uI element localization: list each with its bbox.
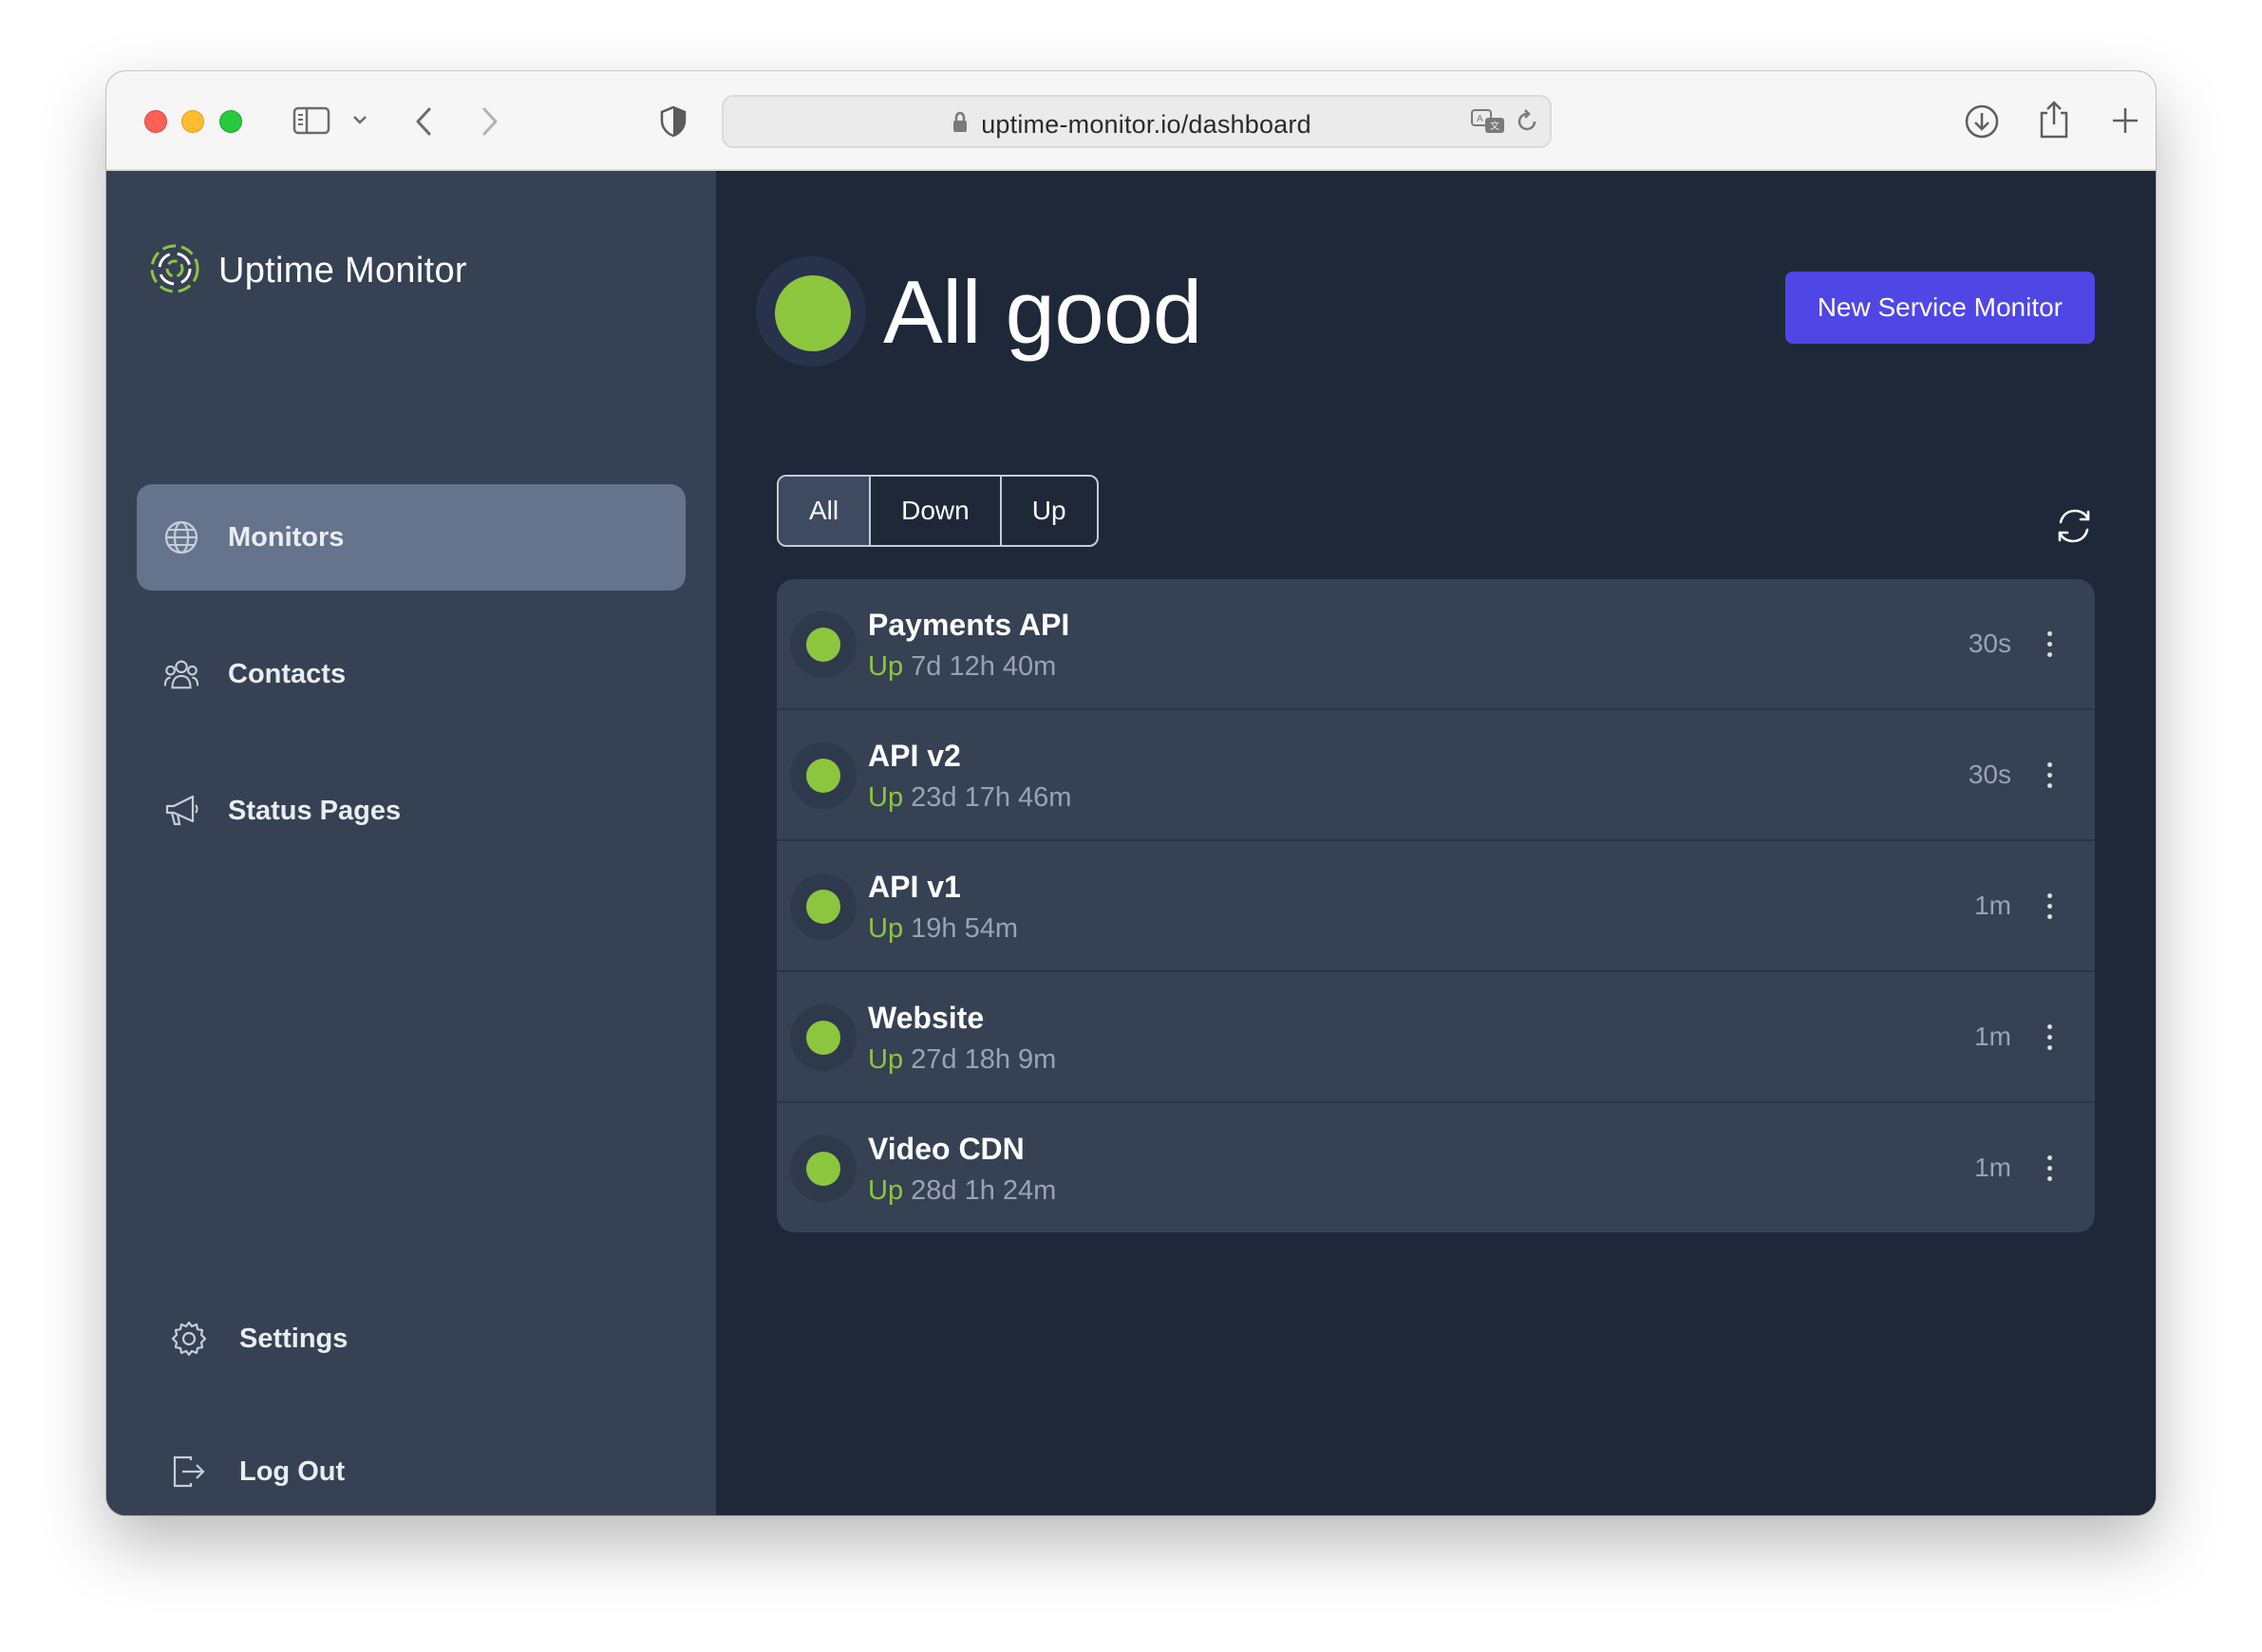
monitor-name[interactable]: Payments API bbox=[868, 608, 1069, 643]
sidebar-item-label: Settings bbox=[239, 1323, 349, 1354]
monitor-row[interactable]: Website Up 27d 18h 9m 1m bbox=[777, 970, 2095, 1101]
monitor-status: Up bbox=[868, 651, 904, 682]
sidebar-item-monitors[interactable]: Monitors bbox=[137, 484, 686, 591]
monitor-duration: 28d 1h 24m bbox=[911, 1175, 1057, 1206]
monitor-name[interactable]: Website bbox=[868, 1001, 984, 1036]
svg-text:A: A bbox=[1477, 114, 1483, 124]
browser-window: uptime-monitor.io/dashboard A文 Uptime Mo… bbox=[106, 71, 2156, 1515]
monitor-uptime: Up 7d 12h 40m bbox=[868, 651, 1056, 683]
monitor-row[interactable]: Video CDN Up 28d 1h 24m 1m bbox=[777, 1101, 2095, 1232]
monitor-interval: 30s bbox=[1968, 760, 2011, 789]
sidebar-item-label: Monitors bbox=[228, 521, 345, 553]
monitor-interval: 1m bbox=[1974, 1022, 2011, 1051]
back-arrow-icon[interactable] bbox=[412, 105, 435, 138]
monitor-name[interactable]: Video CDN bbox=[868, 1132, 1025, 1167]
sidebar-item-status-pages[interactable]: Status Pages bbox=[137, 758, 686, 864]
users-icon bbox=[162, 655, 200, 693]
status-dot bbox=[806, 890, 840, 924]
monitor-interval: 1m bbox=[1974, 891, 2011, 920]
svg-text:文: 文 bbox=[1490, 120, 1499, 132]
status-dot bbox=[806, 1021, 840, 1055]
logout-icon bbox=[170, 1453, 208, 1491]
status-dot bbox=[806, 628, 840, 662]
logo-icon bbox=[148, 242, 201, 300]
globe-icon bbox=[162, 518, 200, 556]
sidebar-item-label: Log Out bbox=[239, 1455, 346, 1487]
monitor-name[interactable]: API v1 bbox=[868, 870, 961, 905]
monitor-list: Payments API Up 7d 12h 40m 30s API v2 Up… bbox=[777, 579, 2095, 1232]
monitor-status: Up bbox=[868, 913, 904, 944]
share-icon[interactable] bbox=[2038, 100, 2070, 140]
download-icon[interactable] bbox=[1964, 103, 2000, 140]
sidebar-item-contacts[interactable]: Contacts bbox=[137, 621, 686, 727]
filter-all[interactable]: All bbox=[779, 477, 870, 545]
browser-toolbar: uptime-monitor.io/dashboard A文 bbox=[106, 71, 2156, 171]
monitor-row[interactable]: API v2 Up 23d 17h 46m 30s bbox=[777, 708, 2095, 839]
filter-up[interactable]: Up bbox=[999, 477, 1097, 545]
sidebar-item-logout[interactable]: Log Out bbox=[137, 1418, 686, 1515]
sidebar-item-label: Status Pages bbox=[228, 795, 402, 826]
status-dot bbox=[806, 1152, 840, 1186]
forward-arrow-icon[interactable] bbox=[479, 105, 501, 138]
monitor-interval: 1m bbox=[1974, 1153, 2011, 1182]
monitor-duration: 19h 54m bbox=[911, 913, 1018, 944]
monitor-name[interactable]: API v2 bbox=[868, 739, 961, 774]
reload-icon[interactable] bbox=[1514, 107, 1540, 141]
monitor-status: Up bbox=[868, 1044, 904, 1075]
brand[interactable]: Uptime Monitor bbox=[148, 242, 467, 300]
chevron-down-icon[interactable] bbox=[351, 113, 368, 126]
refresh-icon[interactable] bbox=[2053, 505, 2095, 552]
monitor-uptime: Up 27d 18h 9m bbox=[868, 1044, 1056, 1076]
sidebar-item-settings[interactable]: Settings bbox=[137, 1286, 686, 1392]
sidebar-toggle-icon[interactable] bbox=[292, 105, 330, 136]
monitor-status: Up bbox=[868, 1175, 904, 1206]
more-options-icon[interactable] bbox=[2038, 756, 2061, 794]
status-filter: All Down Up bbox=[777, 475, 1099, 547]
monitor-interval: 30s bbox=[1968, 629, 2011, 658]
more-options-icon[interactable] bbox=[2038, 1149, 2061, 1187]
megaphone-icon bbox=[162, 792, 200, 830]
monitor-uptime: Up 19h 54m bbox=[868, 913, 1018, 945]
monitor-uptime: Up 23d 17h 46m bbox=[868, 782, 1071, 814]
more-options-icon[interactable] bbox=[2038, 887, 2061, 925]
monitor-duration: 7d 12h 40m bbox=[911, 651, 1057, 682]
new-service-monitor-button[interactable]: New Service Monitor bbox=[1784, 272, 2095, 344]
gear-icon bbox=[170, 1320, 208, 1358]
more-options-icon[interactable] bbox=[2038, 625, 2061, 663]
monitor-row[interactable]: Payments API Up 7d 12h 40m 30s bbox=[777, 579, 2095, 708]
close-window-button[interactable] bbox=[144, 110, 167, 133]
monitor-duration: 23d 17h 46m bbox=[911, 782, 1072, 813]
address-bar[interactable]: uptime-monitor.io/dashboard A文 bbox=[722, 95, 1552, 148]
filter-down[interactable]: Down bbox=[869, 477, 1000, 545]
page-title: All good bbox=[883, 262, 1202, 362]
monitor-status: Up bbox=[868, 782, 904, 813]
monitor-uptime: Up 28d 1h 24m bbox=[868, 1175, 1056, 1207]
new-tab-icon[interactable] bbox=[2110, 105, 2140, 136]
minimize-window-button[interactable] bbox=[181, 110, 204, 133]
status-dot bbox=[806, 759, 840, 793]
sidebar-item-label: Contacts bbox=[228, 658, 347, 689]
shield-icon[interactable] bbox=[659, 105, 688, 138]
status-indicator bbox=[775, 275, 851, 351]
monitor-duration: 27d 18h 9m bbox=[911, 1044, 1057, 1075]
main-content: All good New Service Monitor All Down Up… bbox=[716, 171, 2156, 1515]
more-options-icon[interactable] bbox=[2038, 1018, 2061, 1056]
maximize-window-button[interactable] bbox=[219, 110, 242, 133]
sidebar: Uptime Monitor Monitors Contacts Status … bbox=[106, 171, 716, 1515]
url-text: uptime-monitor.io/dashboard bbox=[981, 110, 1311, 139]
monitor-row[interactable]: API v1 Up 19h 54m 1m bbox=[777, 839, 2095, 970]
brand-name: Uptime Monitor bbox=[218, 251, 467, 291]
translate-icon[interactable]: A文 bbox=[1470, 107, 1506, 141]
